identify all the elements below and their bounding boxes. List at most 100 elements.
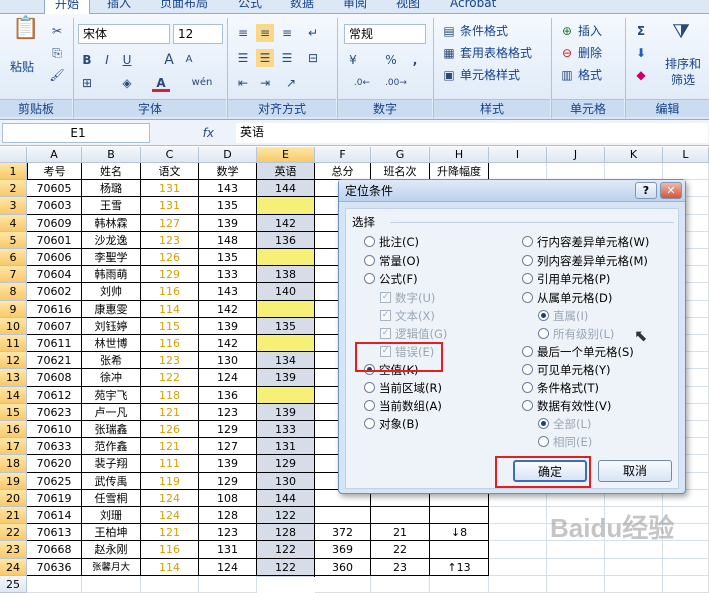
radio-option[interactable]: 可见单元格(Y) [522, 361, 611, 379]
table-cell[interactable]: 148 [199, 231, 257, 249]
table-cell[interactable]: 114 [141, 558, 199, 576]
empty-cell[interactable] [141, 575, 199, 593]
row-header[interactable]: 14 [0, 386, 27, 404]
column-header-K[interactable]: K [605, 147, 663, 163]
table-cell[interactable]: 131 [141, 180, 199, 198]
empty-cell[interactable] [489, 575, 547, 593]
row-header[interactable]: 10 [0, 317, 27, 335]
radio-icon[interactable] [522, 255, 533, 266]
table-cell[interactable]: 139 [199, 317, 257, 335]
table-cell[interactable]: 70606 [27, 249, 82, 267]
empty-cell[interactable] [489, 524, 547, 542]
radio-option[interactable]: 从属单元格(D) [522, 289, 612, 307]
table-cell[interactable]: 136 [257, 231, 315, 249]
table-cell[interactable]: 124 [141, 507, 199, 525]
table-cell[interactable]: 122 [257, 541, 315, 559]
table-cell[interactable] [430, 507, 489, 525]
table-cell[interactable]: 70609 [27, 214, 82, 232]
table-cell[interactable]: 杨璐 [82, 180, 141, 198]
font-color-icon[interactable]: A [152, 74, 170, 92]
row-header[interactable]: 18 [0, 455, 27, 473]
table-cell[interactable] [371, 507, 430, 525]
radio-icon[interactable] [364, 273, 375, 284]
table-cell[interactable]: 70620 [27, 455, 82, 473]
table-cell[interactable]: 135 [257, 317, 315, 335]
header-cell[interactable]: 英语 [257, 163, 315, 181]
table-cell[interactable]: 卢一凡 [82, 403, 141, 421]
cut-icon[interactable]: ✂ [48, 22, 66, 40]
table-cell[interactable]: 142 [199, 300, 257, 318]
table-cell[interactable] [257, 386, 315, 404]
table-cell[interactable]: 赵永刚 [82, 541, 141, 559]
table-cell[interactable]: 70619 [27, 489, 82, 507]
header-cell[interactable]: 姓名 [82, 163, 141, 181]
table-cell[interactable]: 138 [257, 266, 315, 284]
empty-cell[interactable] [82, 575, 141, 593]
table-cell[interactable]: 136 [199, 386, 257, 404]
table-cell[interactable]: 135 [199, 197, 257, 215]
empty-cell[interactable] [605, 575, 663, 593]
fx-icon[interactable]: fx [154, 124, 214, 142]
increase-indent-icon[interactable]: ⇥ [256, 74, 274, 92]
table-cell[interactable]: 115 [141, 317, 199, 335]
table-cell[interactable]: 114 [141, 300, 199, 318]
table-cell[interactable]: 70602 [27, 283, 82, 301]
table-cell[interactable]: 范作鑫 [82, 438, 141, 456]
table-cell[interactable]: 144 [257, 180, 315, 198]
sort-filter-button[interactable]: 排序和筛选 [662, 56, 704, 88]
header-cell[interactable]: 班名次 [371, 163, 430, 181]
table-cell[interactable]: 111 [141, 455, 199, 473]
table-cell[interactable]: 129 [141, 266, 199, 284]
table-cell[interactable]: 143 [199, 283, 257, 301]
row-header[interactable]: 22 [0, 524, 27, 542]
table-cell[interactable]: 70611 [27, 335, 82, 353]
radio-icon[interactable] [522, 400, 533, 411]
header-cell[interactable]: 数学 [199, 163, 257, 181]
table-cell[interactable]: 22 [371, 541, 430, 559]
table-cell[interactable]: 130 [199, 352, 257, 370]
empty-cell[interactable] [605, 558, 663, 576]
table-cell[interactable]: 70604 [27, 266, 82, 284]
empty-cell[interactable] [489, 507, 547, 525]
table-cell[interactable]: 123 [199, 524, 257, 542]
radio-option[interactable]: 条件格式(T) [522, 379, 599, 397]
row-header[interactable]: 21 [0, 507, 27, 525]
table-cell[interactable]: 121 [141, 403, 199, 421]
table-cell[interactable]: 70601 [27, 231, 82, 249]
row-header[interactable]: 3 [0, 197, 27, 215]
align-middle-icon[interactable]: ≡ [256, 24, 274, 42]
row-header[interactable]: 12 [0, 352, 27, 370]
radio-icon[interactable] [522, 346, 533, 357]
table-cell[interactable]: 139 [257, 369, 315, 387]
radio-icon[interactable] [522, 236, 533, 247]
empty-cell[interactable] [430, 575, 489, 593]
table-cell[interactable]: 70612 [27, 386, 82, 404]
row-header[interactable]: 20 [0, 489, 27, 507]
radio-icon[interactable] [364, 255, 375, 266]
row-header[interactable]: 16 [0, 421, 27, 439]
empty-cell[interactable] [663, 163, 709, 181]
table-cell[interactable] [257, 197, 315, 215]
autosum-icon[interactable]: Σ [632, 22, 650, 40]
column-header-J[interactable]: J [547, 147, 605, 163]
radio-icon[interactable] [364, 418, 375, 429]
table-cell[interactable]: 21 [371, 524, 430, 542]
table-cell[interactable]: 131 [257, 438, 315, 456]
row-header[interactable]: 24 [0, 558, 27, 576]
table-cell[interactable] [257, 335, 315, 353]
fill-icon[interactable]: ⬇ [632, 44, 650, 62]
table-cell[interactable]: 裴子翔 [82, 455, 141, 473]
row-header[interactable]: 5 [0, 231, 27, 249]
table-cell[interactable]: 135 [199, 249, 257, 267]
column-header-L[interactable]: L [663, 147, 709, 163]
wrap-text-icon[interactable]: ↵ [304, 24, 322, 42]
bold-icon[interactable]: B [78, 51, 96, 69]
table-cell[interactable]: 116 [141, 335, 199, 353]
decrease-indent-icon[interactable]: ⇤ [234, 74, 252, 92]
table-cell[interactable]: 徐冲 [82, 369, 141, 387]
radio-icon[interactable] [522, 382, 533, 393]
tab-review[interactable]: 审阅 [343, 0, 367, 14]
table-cell[interactable]: 70605 [27, 180, 82, 198]
select-all-corner[interactable] [0, 147, 27, 163]
table-cell[interactable]: 143 [199, 180, 257, 198]
